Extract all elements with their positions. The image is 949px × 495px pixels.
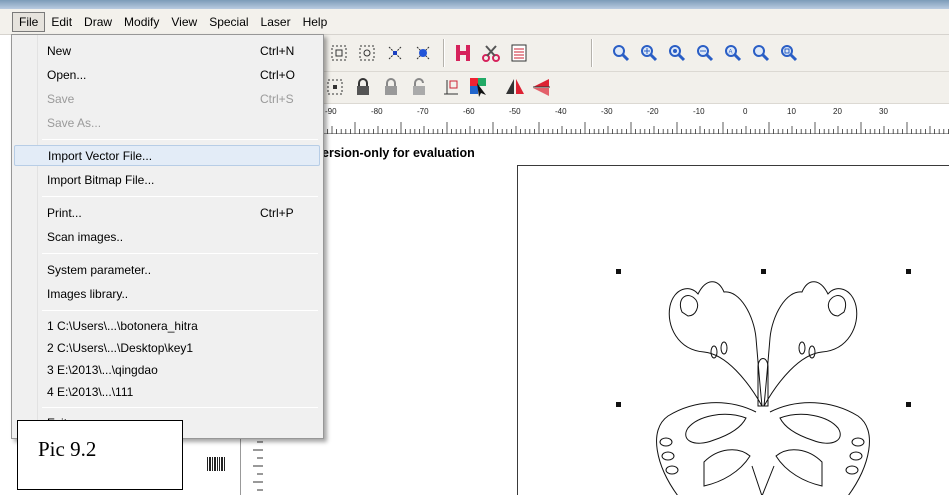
list-icon[interactable] — [507, 41, 531, 65]
menu-item-label: Open... — [47, 67, 87, 82]
ruler-ticks — [308, 122, 949, 134]
menu-separator — [42, 253, 318, 254]
menu-item-label: Save As... — [47, 115, 102, 130]
color-cursor-icon[interactable] — [467, 75, 491, 99]
menu-laser[interactable]: Laser — [255, 13, 297, 31]
menu-item-shortcut: Ctrl+O — [260, 67, 296, 82]
node-edit-icon[interactable] — [383, 41, 407, 65]
zoom-prev-icon[interactable] — [749, 41, 773, 65]
menu-separator — [42, 139, 318, 140]
menu-item-shortcut: Ctrl+N — [260, 43, 295, 58]
align-icon[interactable] — [323, 75, 347, 99]
file-menu-dropdown: New Ctrl+N Open... Ctrl+O Save Ctrl+S Sa… — [11, 34, 324, 439]
zoom-in-icon[interactable] — [637, 41, 661, 65]
toolbar-top: A — [305, 35, 949, 72]
drawing-page[interactable] — [517, 165, 949, 495]
menu-item-import-bitmap[interactable]: Import Bitmap File... — [14, 169, 320, 190]
origin-icon[interactable] — [439, 75, 463, 99]
butterfly-drawing[interactable] — [518, 166, 949, 495]
window-titlebar — [0, 0, 949, 9]
zoom-all-icon[interactable]: A — [721, 41, 745, 65]
menubar: File Edit Draw Modify View Special Laser… — [0, 9, 949, 35]
menu-view[interactable]: View — [165, 13, 203, 31]
menu-item-recent-4[interactable]: 4 E:\2013\...\111 — [14, 381, 320, 402]
menu-item-label: New — [47, 43, 72, 58]
menu-item-new[interactable]: New Ctrl+N — [14, 40, 320, 61]
menu-item-label: Print... — [47, 205, 82, 220]
menu-item-label: Scan images.. — [47, 229, 124, 244]
zoom-icon[interactable] — [609, 41, 633, 65]
lock2-icon[interactable] — [379, 75, 403, 99]
unlock-icon[interactable] — [407, 75, 431, 99]
menu-help[interactable]: Help — [297, 13, 334, 31]
menu-item-recent-3[interactable]: 3 E:\2013\...\qingdao — [14, 359, 320, 380]
menu-modify[interactable]: Modify — [118, 13, 165, 31]
menu-item-scan-images[interactable]: Scan images.. — [14, 226, 320, 247]
menu-item-label: 2 C:\Users\...\Desktop\key1 — [47, 340, 194, 355]
menu-item-label: 1 C:\Users\...\botonera_hitra — [47, 318, 198, 333]
scissors-icon[interactable] — [479, 41, 503, 65]
menu-item-images-library[interactable]: Images library.. — [14, 283, 320, 304]
h-icon[interactable] — [451, 41, 475, 65]
zoom-fit-icon[interactable] — [665, 41, 689, 65]
menu-item-label: Import Bitmap File... — [47, 172, 155, 187]
menu-item-label: 4 E:\2013\...\111 — [47, 384, 134, 399]
zoom-page-icon[interactable] — [777, 41, 801, 65]
menu-separator — [42, 407, 318, 408]
menu-item-print[interactable]: Print... Ctrl+P — [14, 202, 320, 223]
menu-item-save[interactable]: Save Ctrl+S — [14, 88, 320, 109]
menu-file[interactable]: File — [12, 11, 46, 32]
zoom-out-icon[interactable] — [693, 41, 717, 65]
menu-item-label: Import Vector File... — [48, 148, 153, 163]
lock-icon[interactable] — [351, 75, 375, 99]
barcode-icon — [207, 457, 233, 471]
menu-item-label: Save — [47, 91, 75, 106]
mirror-v-icon[interactable] — [529, 75, 553, 99]
mirror-h-icon[interactable] — [503, 75, 527, 99]
menu-separator — [42, 196, 318, 197]
toolbar-second — [305, 72, 949, 104]
menu-item-shortcut: Ctrl+S — [260, 91, 294, 106]
menu-item-recent-1[interactable]: 1 C:\Users\...\botonera_hitra — [14, 315, 320, 336]
horizontal-ruler: -90 -80 -70 -60 -50 -40 -30 -20 -10 0 10… — [305, 104, 949, 134]
menu-item-label: Images library.. — [47, 286, 129, 301]
menu-item-label: System parameter.. — [47, 262, 152, 277]
svg-text:A: A — [729, 50, 733, 56]
menu-separator — [42, 310, 318, 311]
menu-draw[interactable]: Draw — [78, 13, 118, 31]
vertical-ruler — [240, 430, 263, 495]
menu-item-open[interactable]: Open... Ctrl+O — [14, 64, 320, 85]
select-nodes-icon[interactable] — [411, 41, 435, 65]
menu-item-label: 3 E:\2013\...\qingdao — [47, 362, 158, 377]
menu-item-system-parameter[interactable]: System parameter.. — [14, 259, 320, 280]
menu-special[interactable]: Special — [203, 13, 254, 31]
menu-item-shortcut: Ctrl+P — [260, 205, 294, 220]
evaluation-watermark: ersion-only for evaluation — [322, 146, 475, 160]
ungroup-icon[interactable] — [355, 41, 379, 65]
group-icon[interactable] — [327, 41, 351, 65]
menu-item-recent-2[interactable]: 2 C:\Users\...\Desktop\key1 — [14, 337, 320, 358]
menu-item-save-as[interactable]: Save As... — [14, 112, 320, 133]
figure-caption: Pic 9.2 — [17, 420, 183, 490]
menu-edit[interactable]: Edit — [45, 13, 78, 31]
menu-item-import-vector[interactable]: Import Vector File... — [14, 145, 320, 166]
